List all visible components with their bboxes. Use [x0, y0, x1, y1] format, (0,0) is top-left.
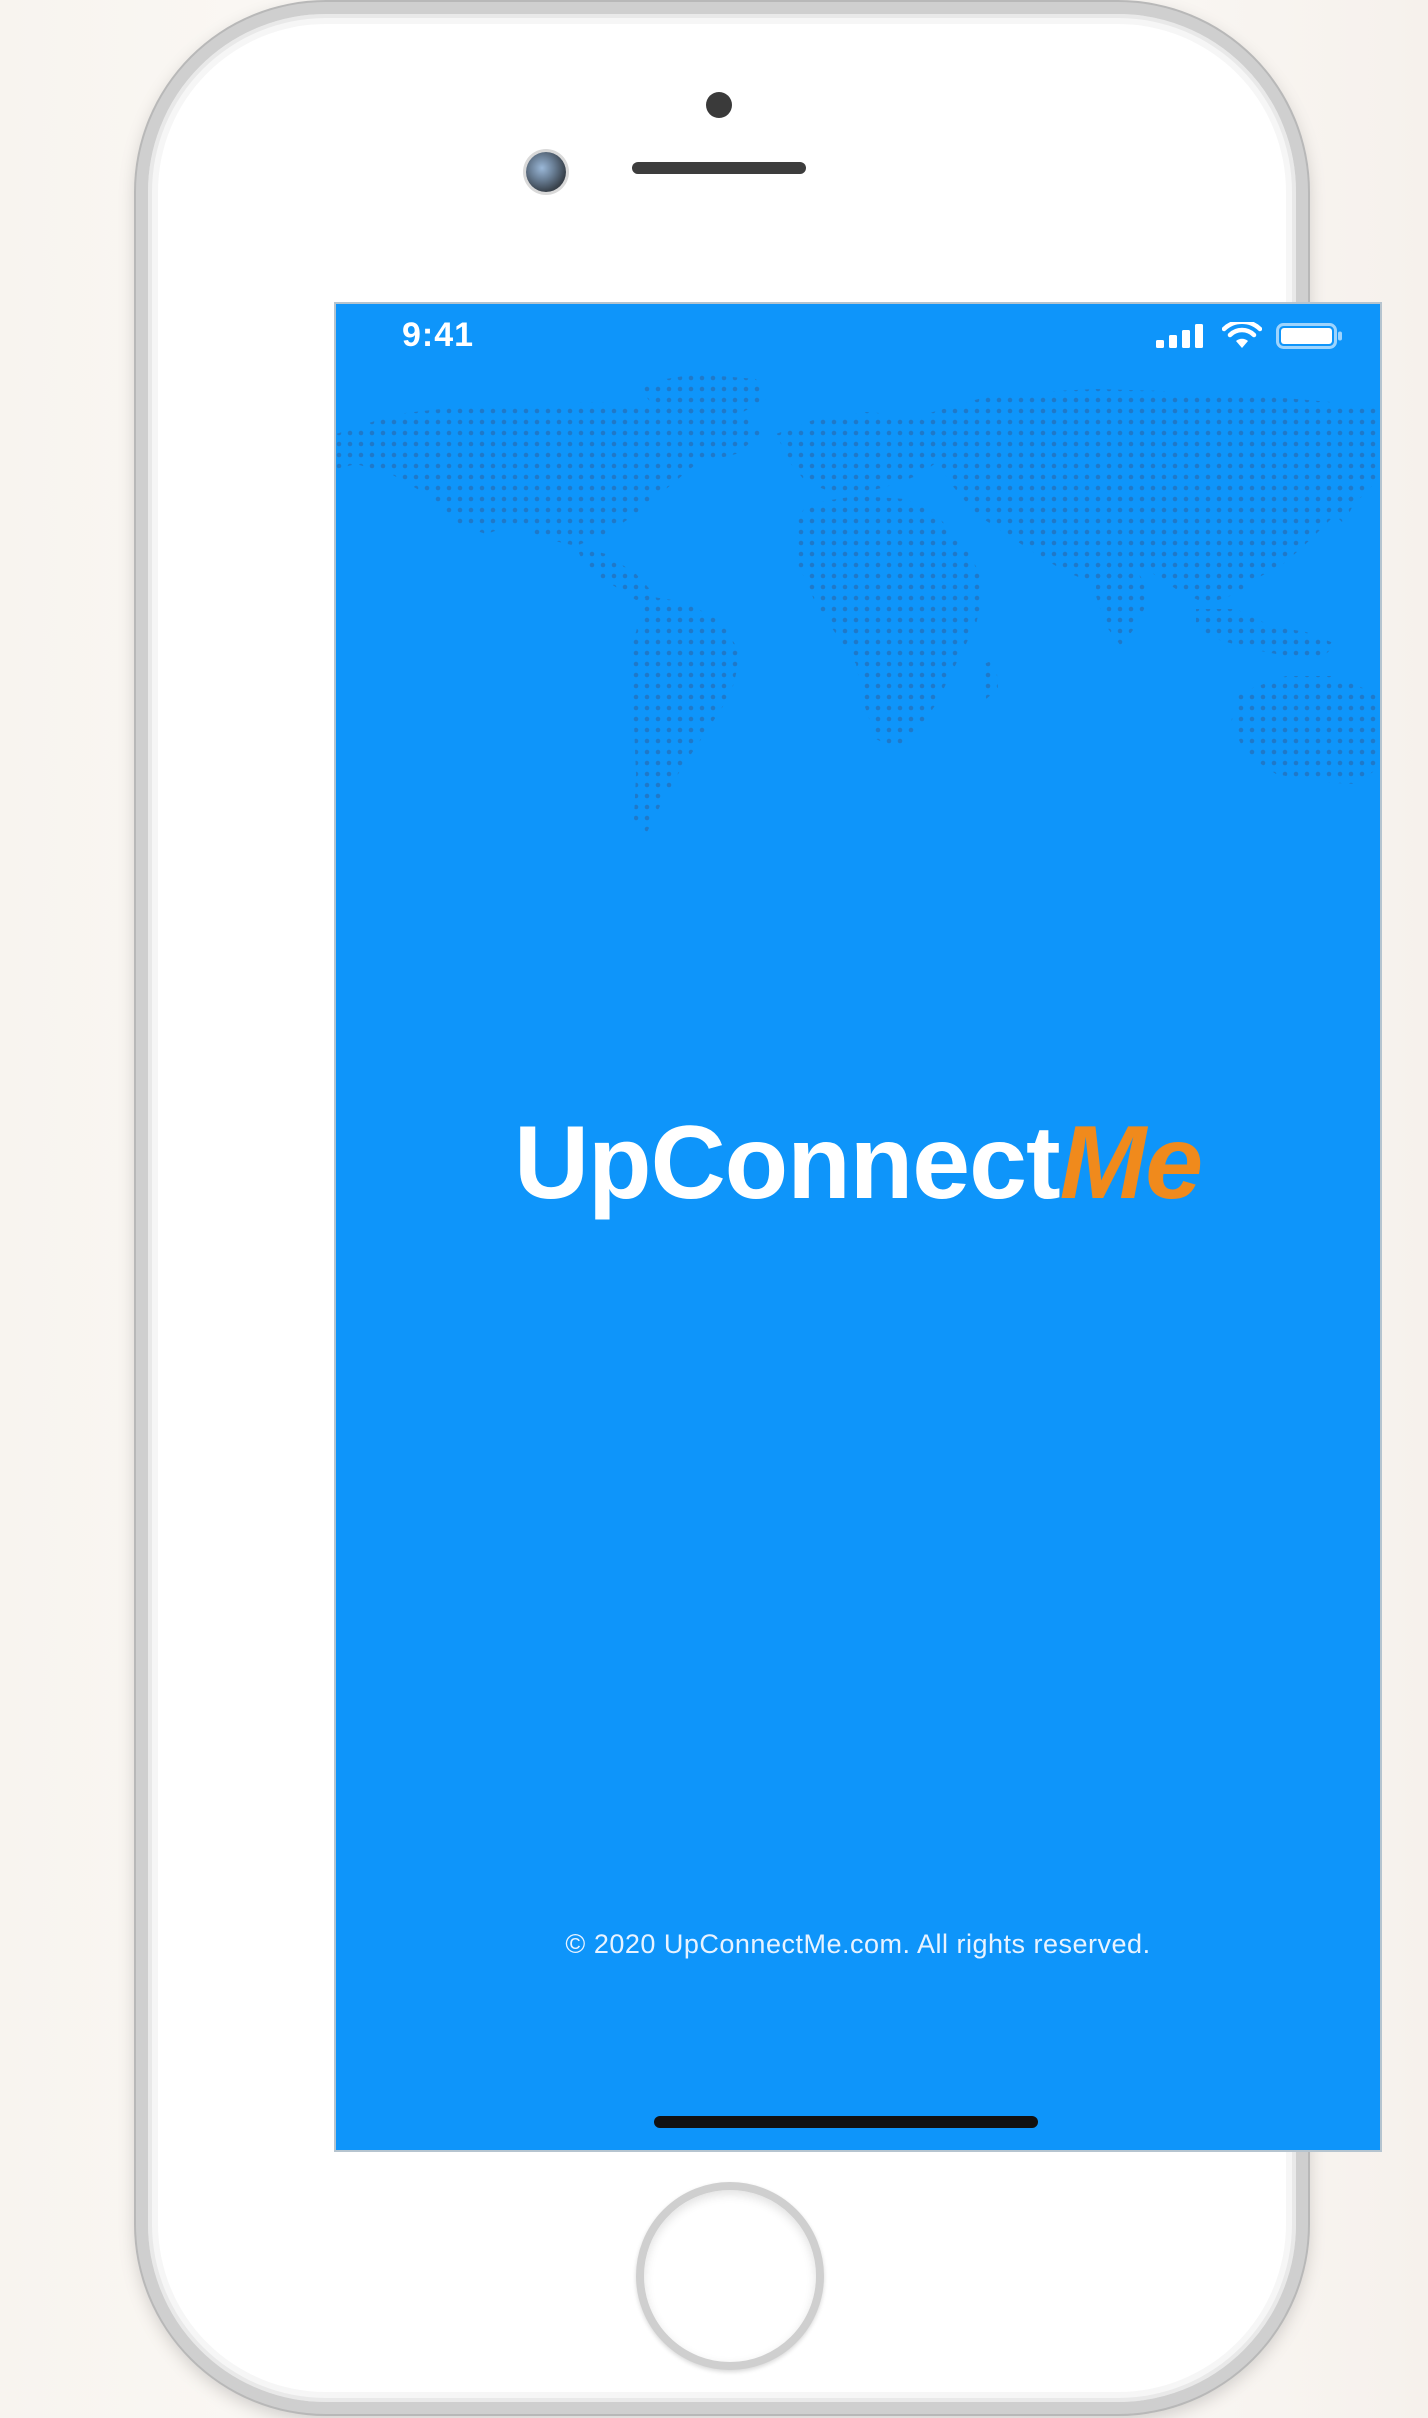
earpiece-speaker: [632, 162, 806, 174]
front-camera-icon: [526, 152, 566, 192]
copyright-text: © 2020 UpConnectMe.com. All rights reser…: [565, 1929, 1151, 1959]
status-icons: [1156, 322, 1344, 350]
phone-frame: 9:41 UpConnectMe © 2020 UpConnectMe.com.…: [136, 2, 1382, 2414]
wifi-icon: [1222, 322, 1262, 348]
app-logo: UpConnectMe: [336, 1104, 1380, 1223]
logo-accent-text: Me: [1059, 1105, 1203, 1221]
proximity-sensor: [706, 92, 732, 118]
signal-icon: [1156, 324, 1203, 348]
battery-icon: [1276, 323, 1342, 349]
home-indicator[interactable]: [654, 2116, 1038, 2128]
world-map-background: [336, 374, 1380, 834]
status-time: 9:41: [402, 316, 475, 354]
status-bar: 9:41: [336, 304, 1380, 368]
app-screen[interactable]: 9:41 UpConnectMe © 2020 UpConnectMe.com.…: [334, 302, 1382, 2152]
logo-main-text: UpConnect: [513, 1105, 1061, 1221]
home-button[interactable]: [636, 2182, 824, 2370]
